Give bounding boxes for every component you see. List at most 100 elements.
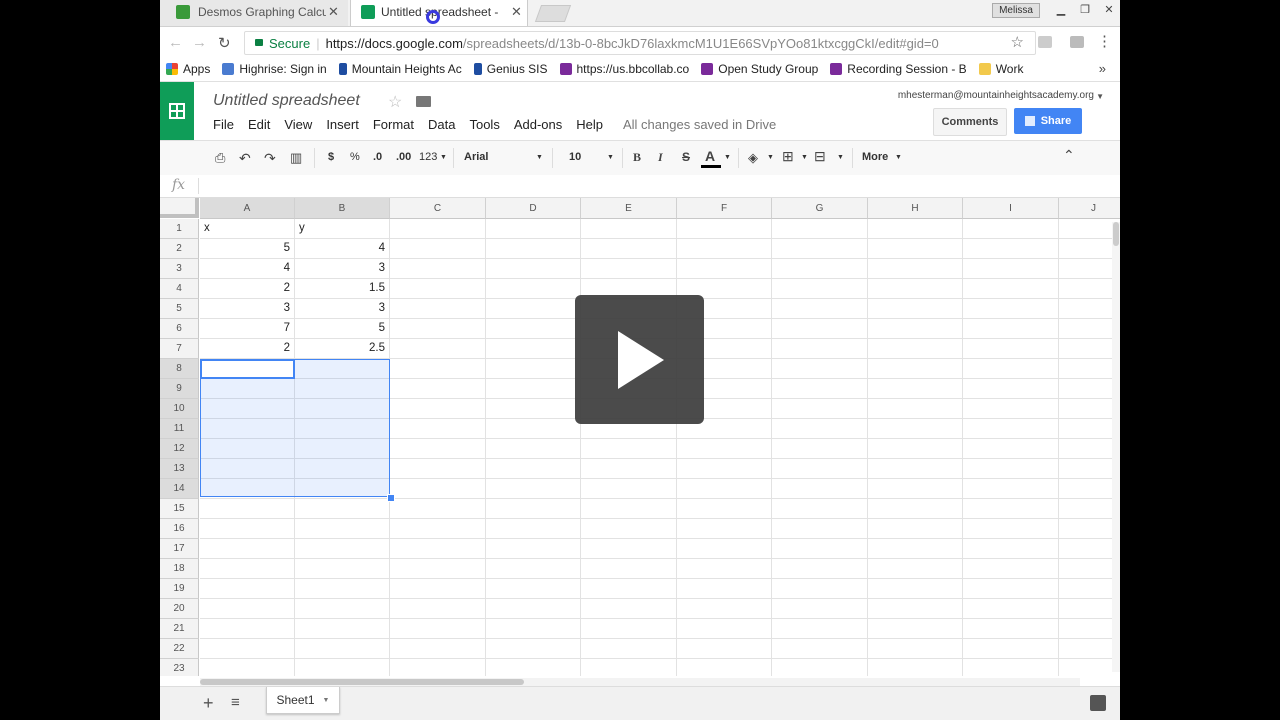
cell[interactable]	[677, 259, 772, 279]
cell[interactable]	[200, 519, 295, 539]
row-header[interactable]: 15	[160, 499, 199, 519]
cell[interactable]	[1059, 279, 1120, 299]
cell[interactable]	[486, 579, 581, 599]
cell[interactable]	[200, 499, 295, 519]
user-badge[interactable]: Melissa	[992, 2, 1040, 18]
cell[interactable]	[868, 519, 963, 539]
cell[interactable]	[486, 359, 581, 379]
cell[interactable]	[868, 239, 963, 259]
browser-menu-icon[interactable]: ⋮	[1097, 32, 1112, 50]
merge-cells-icon[interactable]: ⊟	[814, 148, 826, 165]
cell[interactable]	[486, 379, 581, 399]
undo-icon[interactable]: ↶	[239, 150, 251, 167]
row-header[interactable]: 4	[160, 279, 199, 299]
row-header[interactable]: 14	[160, 479, 199, 499]
cell[interactable]	[295, 599, 390, 619]
cell[interactable]: 3	[295, 299, 390, 319]
cell[interactable]	[868, 579, 963, 599]
increase-decimals-button[interactable]: .00	[396, 151, 411, 163]
cell[interactable]	[295, 359, 390, 379]
cell[interactable]: 5	[200, 239, 295, 259]
cell[interactable]	[1059, 339, 1120, 359]
row-header[interactable]: 1	[160, 219, 199, 239]
row-header[interactable]: 6	[160, 319, 199, 339]
bookmark-genius-sis[interactable]: Genius SIS	[473, 62, 548, 76]
cell[interactable]: 3	[200, 299, 295, 319]
cell[interactable]	[1059, 499, 1120, 519]
row-header[interactable]: 16	[160, 519, 199, 539]
cell[interactable]	[868, 559, 963, 579]
cell[interactable]	[677, 639, 772, 659]
cell[interactable]	[390, 539, 486, 559]
row-header[interactable]: 5	[160, 299, 199, 319]
menu-edit[interactable]: Edit	[248, 117, 270, 132]
spreadsheet-grid[interactable]: A B C D E F G H I J 1 x y 2 5 4 3 4 3 4 2 1.5 5 3 3 6 7 5 7 2 2.5 8 9 10 1…	[160, 198, 1120, 676]
cell[interactable]	[486, 479, 581, 499]
fill-color-icon[interactable]: ◈	[748, 150, 758, 166]
more-button[interactable]: More	[862, 151, 888, 163]
cell[interactable]	[772, 439, 868, 459]
cell[interactable]	[200, 579, 295, 599]
cell[interactable]	[1059, 559, 1120, 579]
cell[interactable]	[581, 579, 677, 599]
cell[interactable]	[963, 239, 1059, 259]
cell[interactable]	[486, 639, 581, 659]
cell[interactable]	[1059, 299, 1120, 319]
cell[interactable]	[390, 279, 486, 299]
bookmark-recording-session[interactable]: Recording Session - B	[830, 62, 967, 76]
column-header[interactable]: A	[200, 198, 295, 219]
cell[interactable]: 3	[295, 259, 390, 279]
cell[interactable]	[581, 459, 677, 479]
cell[interactable]	[677, 239, 772, 259]
cell[interactable]	[868, 319, 963, 339]
row-header[interactable]: 18	[160, 559, 199, 579]
cell[interactable]	[390, 259, 486, 279]
horizontal-scroll-thumb[interactable]	[200, 679, 524, 685]
column-header[interactable]: G	[772, 198, 868, 219]
cell[interactable]: y	[295, 219, 390, 239]
cell[interactable]	[581, 619, 677, 639]
cell[interactable]	[1059, 379, 1120, 399]
column-header[interactable]: F	[677, 198, 772, 219]
row-header[interactable]: 12	[160, 439, 199, 459]
vertical-scrollbar[interactable]	[1112, 222, 1120, 672]
column-header[interactable]: D	[486, 198, 581, 219]
cell[interactable]	[295, 639, 390, 659]
chevron-down-icon[interactable]: ▼	[837, 154, 844, 161]
cell[interactable]	[677, 459, 772, 479]
cell[interactable]	[772, 479, 868, 499]
cell[interactable]	[1059, 319, 1120, 339]
cell[interactable]	[772, 239, 868, 259]
column-header[interactable]: H	[868, 198, 963, 219]
reload-icon[interactable]: ↻	[218, 34, 231, 52]
cell[interactable]	[200, 419, 295, 439]
cell[interactable]	[1059, 419, 1120, 439]
row-header[interactable]: 17	[160, 539, 199, 559]
chevron-down-icon[interactable]: ▼	[767, 154, 774, 161]
bookmark-mountain-heights[interactable]: Mountain Heights Ac	[338, 62, 462, 76]
cell[interactable]	[390, 319, 486, 339]
fill-handle[interactable]	[387, 494, 395, 502]
column-header[interactable]: B	[295, 198, 390, 219]
cell[interactable]	[868, 539, 963, 559]
sheet-tab[interactable]: Sheet1 ▼	[266, 687, 340, 714]
row-header[interactable]: 11	[160, 419, 199, 439]
cell[interactable]	[963, 219, 1059, 239]
cell[interactable]	[677, 219, 772, 239]
paint-format-icon[interactable]: ▥	[290, 150, 302, 166]
row-header[interactable]: 2	[160, 239, 199, 259]
cell[interactable]	[200, 639, 295, 659]
cast-icon[interactable]	[1038, 36, 1052, 48]
cell[interactable]	[677, 479, 772, 499]
cell[interactable]	[1059, 399, 1120, 419]
cell[interactable]	[295, 559, 390, 579]
cell[interactable]	[772, 559, 868, 579]
cell[interactable]	[868, 219, 963, 239]
cell[interactable]	[200, 459, 295, 479]
cell[interactable]	[581, 259, 677, 279]
cell[interactable]	[295, 659, 390, 676]
restore-icon[interactable]: ❐	[1074, 2, 1096, 18]
cell[interactable]	[390, 559, 486, 579]
chevron-down-icon[interactable]: ▼	[724, 154, 731, 161]
cell[interactable]	[772, 359, 868, 379]
